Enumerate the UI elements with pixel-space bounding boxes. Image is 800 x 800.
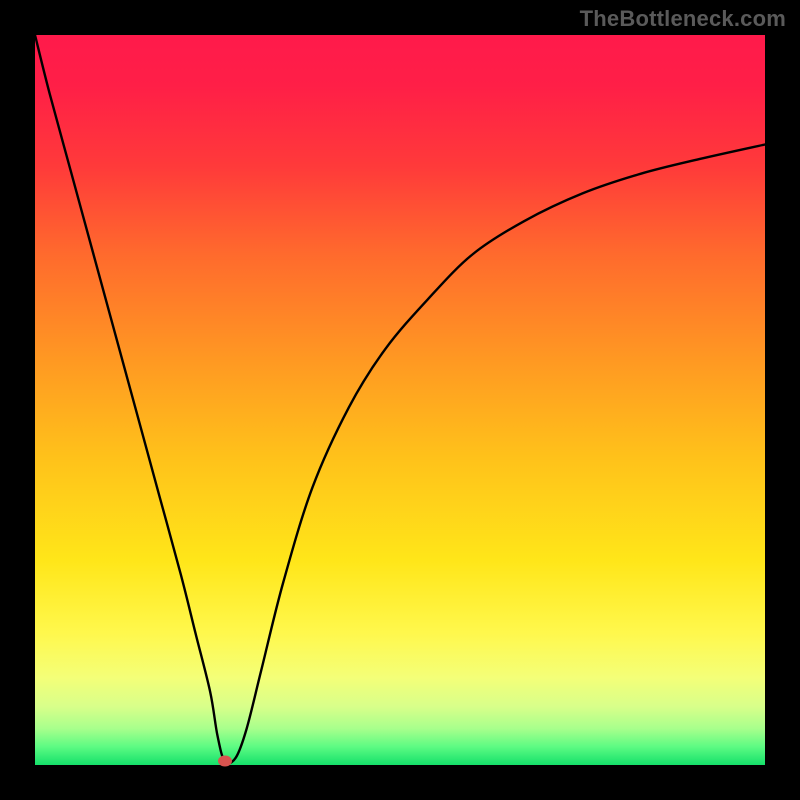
- chart-frame: TheBottleneck.com: [0, 0, 800, 800]
- watermark-text: TheBottleneck.com: [580, 6, 786, 32]
- plot-area: [35, 35, 765, 765]
- bottleneck-curve: [35, 35, 765, 765]
- optimal-point-marker: [218, 756, 232, 767]
